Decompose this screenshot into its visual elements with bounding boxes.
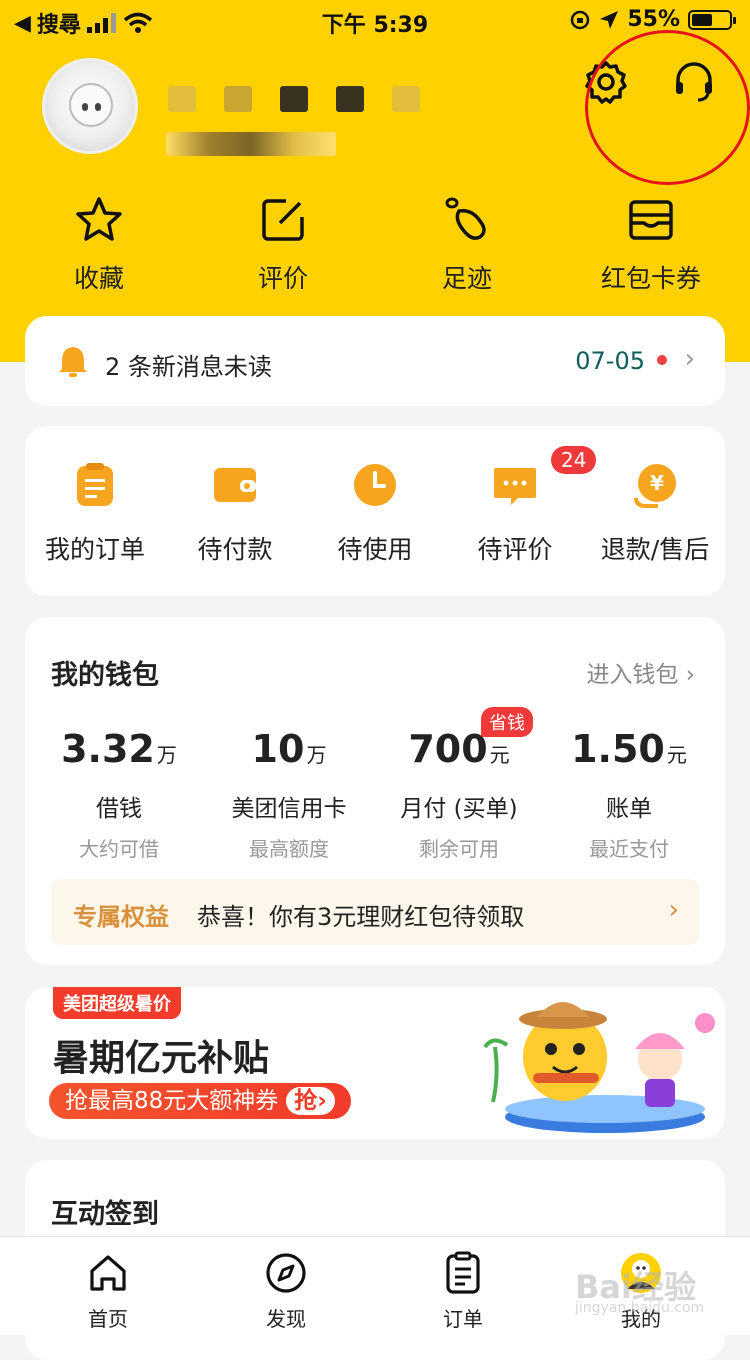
wallet-card: 我的钱包 进入钱包 › 3.32 万 借钱 大约可借 10 万 美团信用卡 最高额度… — [25, 617, 725, 965]
order-item-unpaid[interactable]: 待付款 — [165, 462, 305, 566]
order-item-label: 待使用 — [337, 535, 413, 564]
tab-orders[interactable]: 订单 — [403, 1251, 523, 1332]
orders-card: 我的订单 待付款 待使用 待评价 ¥ 退款/售后 24 — [25, 426, 725, 596]
svg-text:¥: ¥ — [650, 471, 664, 495]
wallet-credit-card[interactable]: 10 万 美团信用卡 最高额度 — [204, 727, 374, 862]
wallet-unit: 万 — [306, 743, 327, 767]
enter-wallet-link[interactable]: 进入钱包 › — [586, 655, 695, 689]
wallet-card-icon — [629, 200, 673, 240]
unread-dot — [657, 355, 667, 365]
order-item-refund[interactable]: ¥ 退款/售后 — [585, 462, 725, 566]
wallet-title: 我的钱包 — [51, 660, 159, 691]
wallet-monthly-pay[interactable]: 700 元 月付 (买单) 剩余可用 — [374, 727, 544, 862]
perk-text: 恭喜！你有3元理财红包待领取 — [197, 903, 525, 931]
wallet-item-name: 月付 (买单) — [400, 796, 518, 822]
order-list-icon — [446, 1251, 480, 1294]
tab-home[interactable]: 首页 — [48, 1251, 168, 1332]
quick-link-coupons[interactable]: 红包卡券 — [576, 195, 726, 295]
order-item-all[interactable]: 我的订单 — [25, 462, 165, 566]
grab-button[interactable]: 抢› — [286, 1087, 335, 1115]
home-icon — [90, 1255, 126, 1291]
battery-percent: 55% — [627, 7, 680, 32]
order-icon — [77, 463, 113, 506]
battery-icon — [688, 9, 736, 30]
checkin-title: 互动签到 — [51, 1199, 159, 1230]
order-item-to-use[interactable]: 待使用 — [305, 462, 445, 566]
chevron-right-icon: › — [668, 895, 679, 925]
order-item-label: 退款/售后 — [600, 535, 710, 564]
wallet-loan[interactable]: 3.32 万 借钱 大约可借 — [34, 727, 204, 862]
order-item-to-review[interactable]: 待评价 — [445, 462, 585, 566]
quick-link-reviews[interactable]: 评价 — [208, 195, 358, 295]
chevron-right-icon: › — [684, 344, 695, 374]
bell-icon — [59, 347, 87, 377]
summer-promo-banner[interactable]: 美团超级暑价 暑期亿元补贴 抢最高88元大额神券 抢› — [25, 987, 725, 1139]
message-date: 07-05 — [575, 347, 645, 375]
wallet-icon — [214, 468, 256, 502]
tab-label: 发现 — [266, 1307, 306, 1331]
refund-icon: ¥ — [634, 464, 676, 508]
clock-icon — [354, 464, 396, 506]
perk-key: 专属权益 — [73, 903, 169, 931]
wallet-value: 10 — [251, 727, 305, 771]
avatar[interactable] — [42, 58, 138, 154]
footprint-icon — [445, 197, 486, 240]
promo-mascot-illustration — [483, 1002, 715, 1133]
wallet-value: 700 — [408, 727, 488, 771]
save-money-tag: 省钱 — [481, 707, 533, 737]
wallet-unit: 元 — [666, 743, 687, 767]
order-item-label: 待付款 — [197, 535, 273, 564]
wallet-item-name: 账单 — [606, 796, 652, 822]
wallet-item-name: 美团信用卡 — [231, 796, 347, 822]
comment-icon — [494, 468, 536, 505]
quick-link-label: 收藏 — [73, 264, 124, 293]
quick-link-label: 红包卡券 — [600, 264, 701, 293]
message-text: 2 条新消息未读 — [105, 353, 272, 381]
wallet-item-sub: 最近支付 — [589, 837, 669, 861]
promo-title: 暑期亿元补贴 — [53, 1038, 270, 1079]
wallet-unit: 元 — [489, 743, 510, 767]
quick-link-favorites[interactable]: 收藏 — [24, 195, 174, 295]
quick-link-label: 足迹 — [441, 264, 492, 293]
enter-wallet-label: 进入钱包 — [586, 662, 679, 688]
wallet-bill[interactable]: 1.50 元 账单 最近支付 — [544, 727, 714, 862]
grab-label: 抢 — [294, 1088, 318, 1114]
compass-icon — [266, 1253, 306, 1293]
review-count-badge: 24 — [551, 446, 597, 474]
tab-label: 首页 — [88, 1307, 128, 1331]
quick-link-footprints[interactable]: 足迹 — [392, 195, 542, 295]
quick-link-label: 评价 — [257, 264, 308, 293]
tab-label: 订单 — [443, 1307, 483, 1331]
order-item-label: 待评价 — [477, 535, 553, 564]
highlight-annotation-circle — [585, 30, 750, 185]
promo-pill-text: 抢最高88元大额神券 — [65, 1088, 279, 1114]
tab-discover[interactable]: 发现 — [226, 1251, 346, 1332]
rotation-lock-icon — [571, 10, 590, 29]
promo-tag: 美团超级暑价 — [53, 987, 181, 1019]
watermark-url: jingyan.baidu.com — [575, 1300, 705, 1316]
order-item-label: 我的订单 — [44, 535, 145, 564]
wallet-unit: 万 — [156, 743, 177, 767]
wallet-value: 1.50 — [571, 727, 665, 771]
wallet-item-sub: 剩余可用 — [419, 837, 499, 861]
wallet-item-sub: 大约可借 — [79, 837, 159, 861]
chevron-right-icon: › — [685, 662, 695, 688]
promo-coupon-pill[interactable]: 抢最高88元大额神券 抢› — [49, 1083, 351, 1119]
star-icon — [76, 197, 122, 241]
wallet-item-name: 借钱 — [96, 796, 142, 822]
edit-icon — [262, 199, 304, 241]
location-icon — [600, 10, 619, 29]
wallet-value: 3.32 — [61, 727, 155, 771]
message-notice-card[interactable]: 2 条新消息未读 07-05 › — [25, 316, 725, 406]
wallet-item-sub: 最高额度 — [249, 837, 329, 861]
exclusive-perk-banner[interactable]: 专属权益 恭喜！你有3元理财红包待领取 › — [51, 879, 699, 945]
